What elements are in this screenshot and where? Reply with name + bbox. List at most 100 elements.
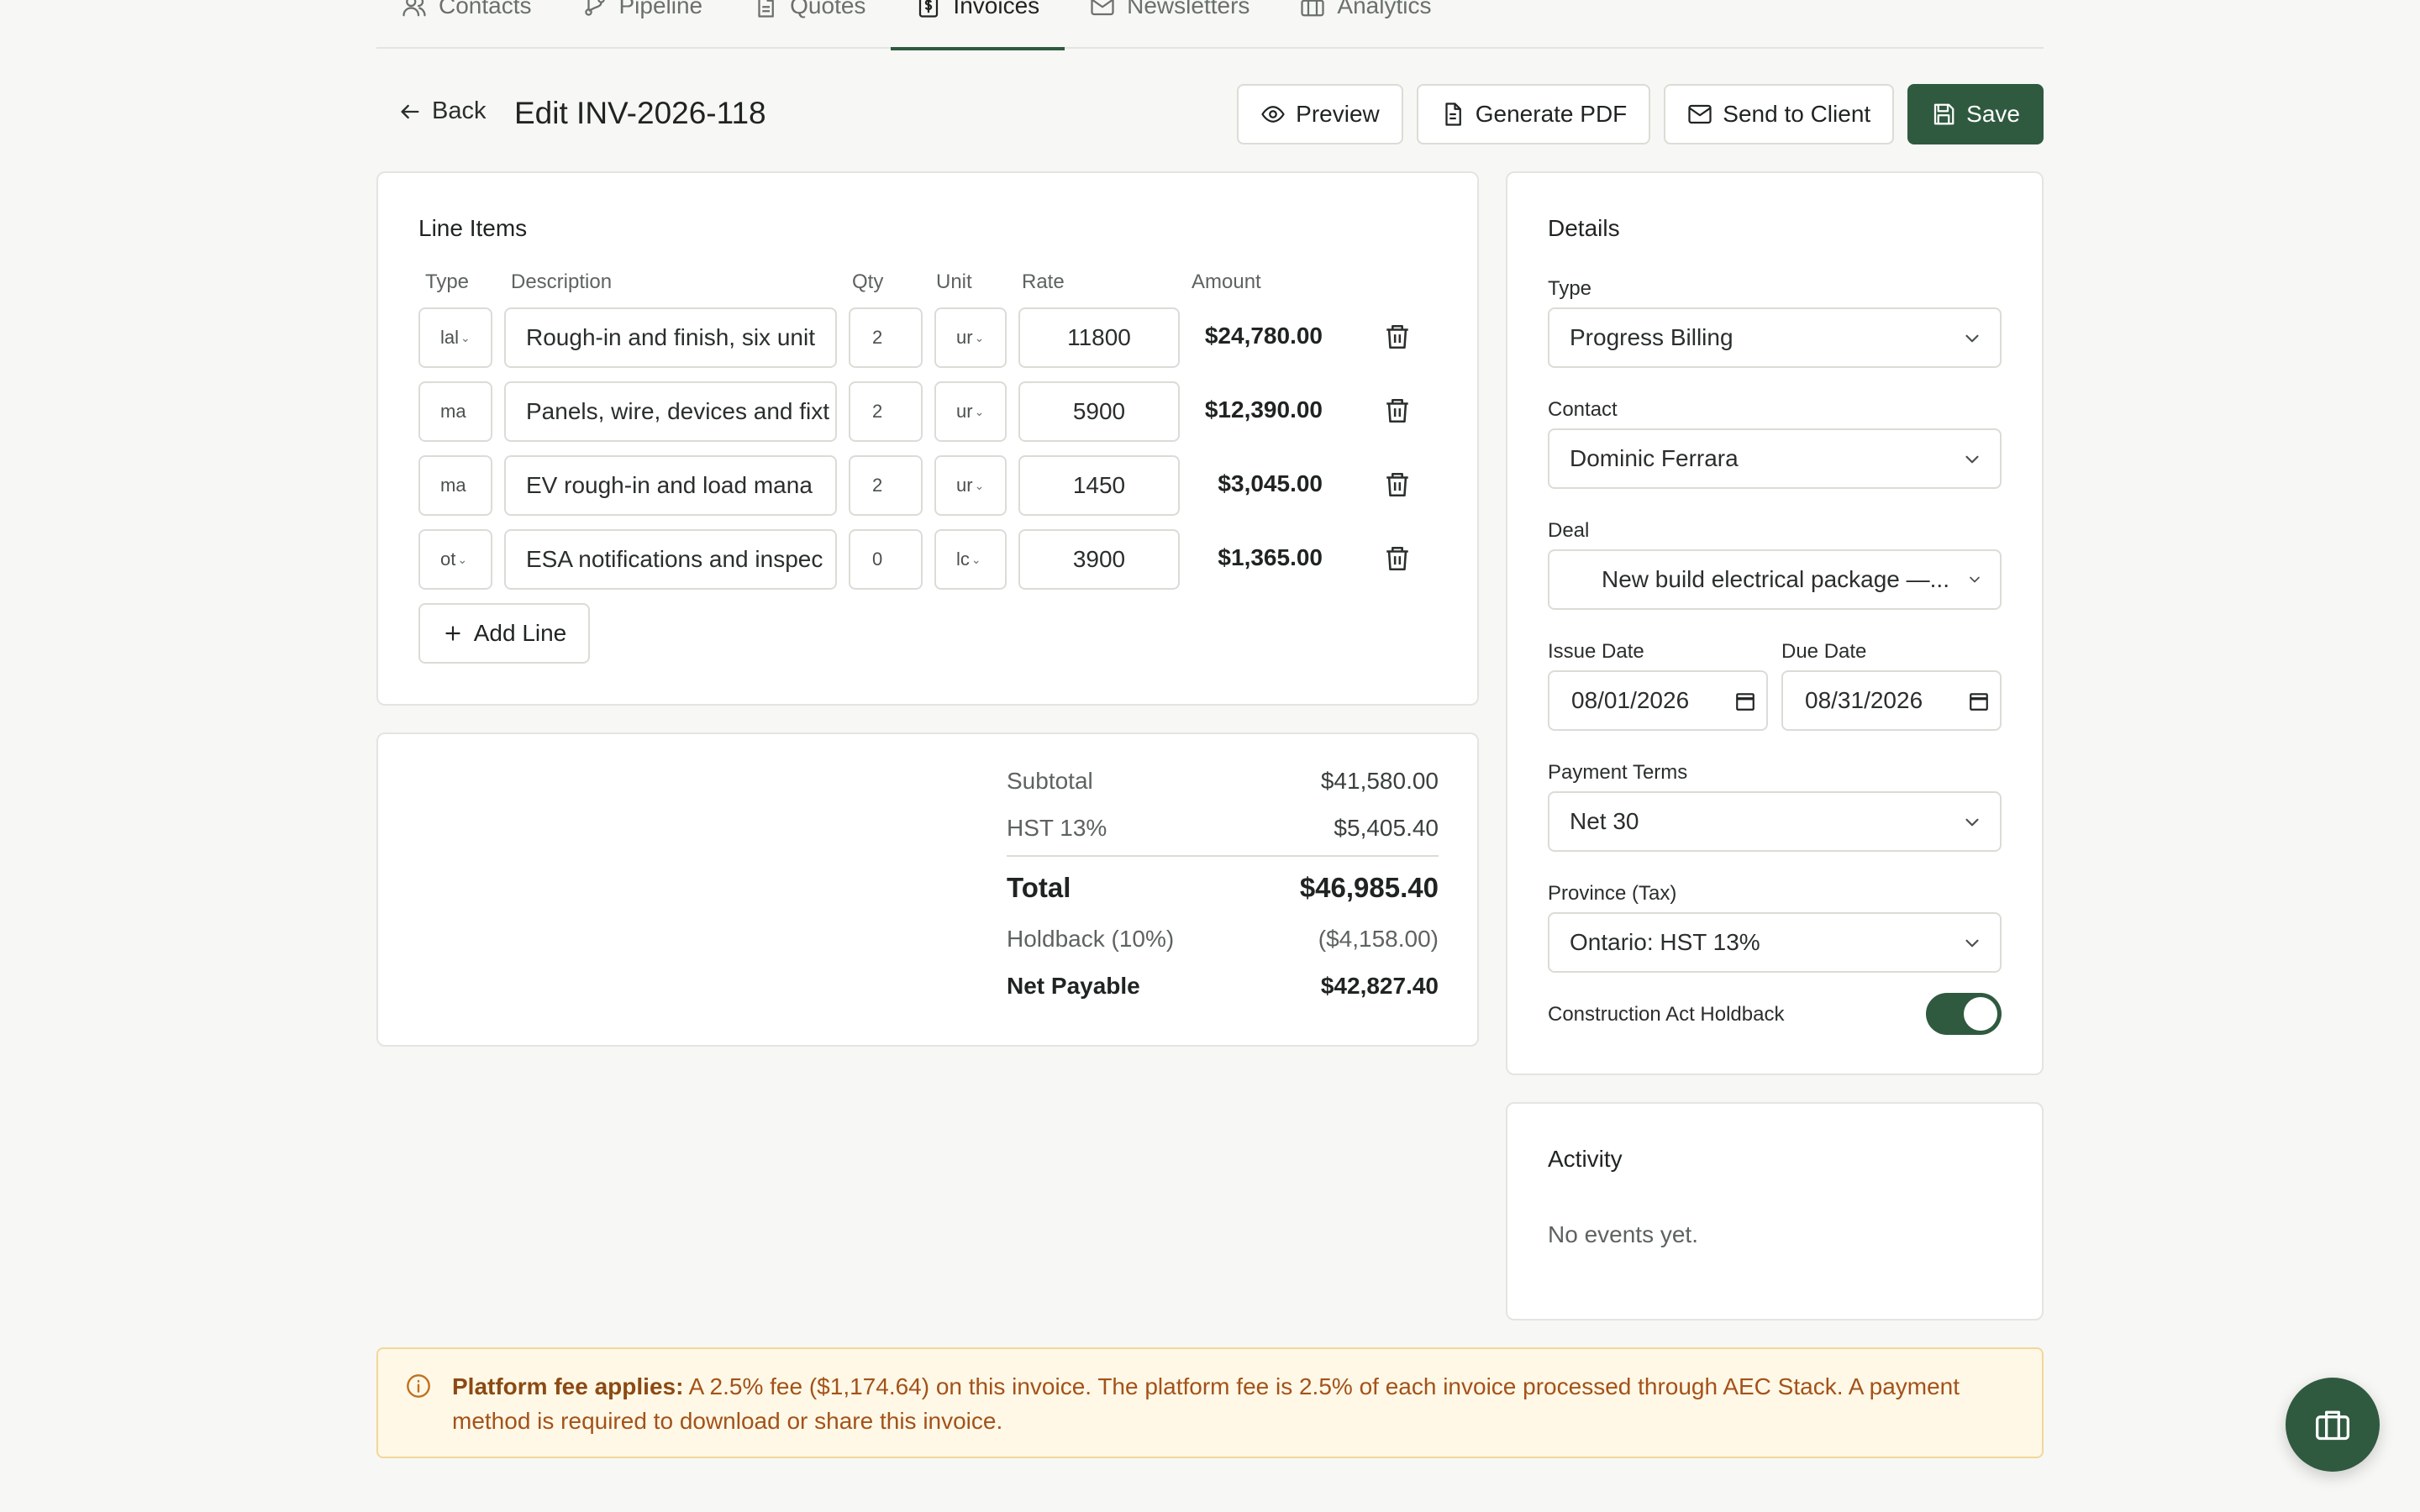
subtotal-row: Subtotal $41,580.00: [1007, 768, 1439, 795]
add-line-button[interactable]: Add Line: [418, 603, 590, 664]
holdback-value: ($4,158.00): [1318, 926, 1439, 952]
type-select[interactable]: ma: [418, 381, 492, 442]
col-description-header: Description: [511, 270, 613, 293]
chevron-down-icon: ⌄: [974, 478, 985, 492]
qty-input[interactable]: 2: [849, 307, 923, 368]
issue-date-label: Issue Date: [1548, 640, 1644, 663]
activity-empty-text: No events yet.: [1548, 1221, 1698, 1247]
details-title: Details: [1548, 215, 1620, 241]
type-select[interactable]: ot ⌄: [418, 529, 492, 590]
unit-select[interactable]: ur ⌄: [934, 307, 1007, 368]
trash-icon[interactable]: [1383, 470, 1412, 499]
users-icon: [402, 0, 427, 18]
tab-contacts[interactable]: Contacts: [376, 0, 557, 30]
col-type-header: Type: [425, 270, 470, 293]
net-payable-row: Net Payable $42,827.40: [1007, 973, 1439, 1000]
arrow-left-icon: [398, 100, 422, 123]
preview-label: Preview: [1296, 101, 1380, 127]
top-nav-tabs: Contacts Pipeline Quotes Invoices Newsle…: [376, 0, 2044, 50]
document-icon: [753, 0, 778, 18]
rate-input[interactable]: 5900: [1018, 381, 1180, 442]
unit-select[interactable]: ur ⌄: [934, 455, 1007, 516]
chevron-down-icon: ⌄: [974, 404, 985, 418]
tab-pipeline[interactable]: Pipeline: [557, 0, 729, 30]
chevron-down-icon: ⌄: [457, 552, 468, 566]
rate-input[interactable]: 1450: [1018, 455, 1180, 516]
send-to-client-button[interactable]: Send to Client: [1664, 84, 1895, 144]
tab-analytics[interactable]: Analytics: [1275, 0, 1456, 30]
qty-input[interactable]: 0: [849, 529, 923, 590]
chevron-down-icon: [1961, 932, 1983, 954]
contact-label: Contact: [1548, 398, 1618, 421]
line-amount: $3,045.00: [1218, 470, 1323, 496]
tax-label: HST 13%: [1007, 815, 1107, 841]
province-select[interactable]: Ontario: HST 13%: [1548, 912, 2002, 973]
subtotal-value: $41,580.00: [1320, 768, 1439, 794]
details-card: Details Type Progress Billing Contact Do…: [1506, 171, 2044, 1075]
tab-newsletters[interactable]: Newsletters: [1065, 0, 1275, 30]
totals-card: Subtotal $41,580.00 HST 13% $5,405.40 To…: [376, 732, 1479, 1047]
chevron-down-icon: ⌄: [460, 330, 471, 344]
back-label: Back: [432, 97, 487, 124]
deal-select[interactable]: New build electrical package —...: [1548, 549, 2002, 610]
preview-button[interactable]: Preview: [1237, 84, 1403, 144]
line-item-row: lal ⌄ Rough-in and finish, six unit 2 ur ⌄…: [418, 307, 1444, 368]
contact-select[interactable]: Dominic Ferrara: [1548, 428, 2002, 489]
info-icon: [405, 1373, 432, 1399]
tab-quotes[interactable]: Quotes: [728, 0, 891, 30]
page-title: Edit INV-2026-118: [514, 96, 766, 130]
tab-invoices[interactable]: Invoices: [891, 0, 1065, 50]
chevron-down-icon: ⌄: [974, 330, 985, 344]
description-input[interactable]: ESA notifications and inspec: [504, 529, 837, 590]
qty-input[interactable]: 2: [849, 381, 923, 442]
unit-select[interactable]: ur ⌄: [934, 381, 1007, 442]
total-row: Total $46,985.40: [1007, 872, 1439, 904]
holdback-toggle-label: Construction Act Holdback: [1548, 1003, 1785, 1026]
rate-input[interactable]: 11800: [1018, 307, 1180, 368]
qty-input[interactable]: 2: [849, 455, 923, 516]
total-value: $46,985.40: [1299, 872, 1439, 903]
tab-label: Newsletters: [1127, 0, 1250, 18]
fee-message: Platform fee applies: A 2.5% fee ($1,174…: [452, 1369, 2023, 1438]
description-input[interactable]: Panels, wire, devices and fixt: [504, 381, 837, 442]
line-item-row: ma EV rough-in and load mana 2 ur ⌄ 1450 …: [418, 455, 1444, 516]
province-label: Province (Tax): [1548, 882, 1677, 905]
payment-terms-select[interactable]: Net 30: [1548, 791, 2002, 852]
chevron-down-icon: [1966, 571, 1983, 588]
tab-label: Invoices: [953, 0, 1040, 18]
floating-briefcase-button[interactable]: [2286, 1378, 2380, 1472]
add-line-label: Add Line: [473, 620, 567, 646]
mail-icon: [1090, 0, 1115, 18]
trash-icon[interactable]: [1383, 544, 1412, 573]
back-button[interactable]: Back: [398, 97, 486, 125]
activity-title: Activity: [1548, 1146, 1623, 1172]
unit-value: ur: [956, 401, 973, 422]
eye-icon: [1260, 102, 1286, 127]
holdback-toggle[interactable]: [1926, 993, 2002, 1035]
toggle-knob: [1964, 997, 1997, 1031]
trash-icon[interactable]: [1383, 323, 1412, 351]
type-select[interactable]: ma: [418, 455, 492, 516]
type-value: lal: [440, 327, 460, 348]
fee-heading: Platform fee applies:: [452, 1373, 684, 1399]
generate-pdf-button[interactable]: Generate PDF: [1416, 84, 1651, 144]
invoice-type-select[interactable]: Progress Billing: [1548, 307, 2002, 368]
col-unit-header: Unit: [936, 270, 972, 293]
issue-date-input[interactable]: 08/01/2026: [1548, 670, 1768, 731]
briefcase-icon: [2314, 1406, 2351, 1443]
line-item-row: ma Panels, wire, devices and fixt 2 ur ⌄ …: [418, 381, 1444, 442]
tab-label: Contacts: [439, 0, 532, 18]
save-button[interactable]: Save: [1907, 84, 2044, 144]
due-date-input[interactable]: 08/31/2026: [1781, 670, 2002, 731]
net-payable-label: Net Payable: [1007, 973, 1140, 999]
invoice-icon: [916, 0, 941, 18]
plus-icon: [442, 622, 464, 644]
trash-icon[interactable]: [1383, 396, 1412, 425]
description-input[interactable]: Rough-in and finish, six unit: [504, 307, 837, 368]
rate-input[interactable]: 3900: [1018, 529, 1180, 590]
unit-select[interactable]: lc ⌄: [934, 529, 1007, 590]
description-input[interactable]: EV rough-in and load mana: [504, 455, 837, 516]
holdback-row: Holdback (10%) ($4,158.00): [1007, 926, 1439, 953]
line-items-title: Line Items: [418, 215, 528, 241]
type-select[interactable]: lal ⌄: [418, 307, 492, 368]
